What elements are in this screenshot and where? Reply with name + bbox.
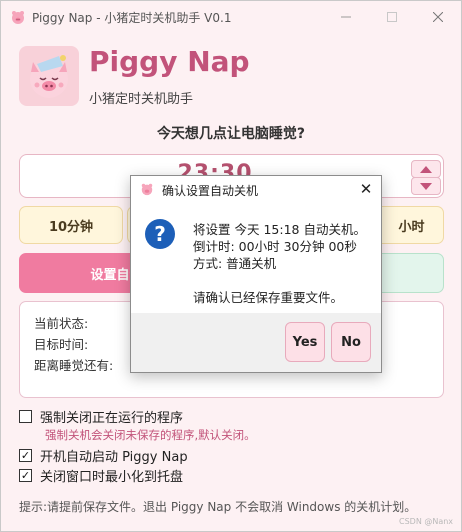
tray-checkbox[interactable]: ✓: [19, 469, 32, 482]
minimize-icon: [341, 16, 351, 17]
preset-hour-label: 小时: [398, 219, 425, 235]
tray-option[interactable]: ✓ 关闭窗口时最小化到托盘: [19, 466, 183, 485]
brand-name: Piggy Nap: [89, 45, 250, 78]
close-button[interactable]: [415, 1, 461, 32]
yes-button[interactable]: Yes: [285, 322, 325, 362]
window-title: Piggy Nap - 小猪定时关机助手 V0.1: [32, 11, 232, 25]
target-time-label: 目标时间:: [34, 337, 89, 352]
app-subtitle: 小猪定时关机助手: [89, 92, 194, 107]
autostart-option[interactable]: ✓ 开机自动启动 Piggy Nap: [19, 446, 188, 465]
confirm-dialog: 确认设置自动关机 ✕ ? 将设置 今天 15:18 自动关机。 倒计时: 00小…: [130, 175, 382, 373]
pig-icon: [141, 183, 153, 196]
title-bar[interactable]: Piggy Nap - 小猪定时关机助手 V0.1: [1, 1, 461, 32]
watermark: CSDN @Nanx: [399, 517, 454, 526]
no-button[interactable]: No: [331, 322, 371, 362]
pig-icon: [12, 11, 24, 24]
preset-10min-button[interactable]: 10分钟: [19, 206, 123, 244]
current-state-label: 当前状态:: [34, 316, 89, 331]
autostart-checkbox[interactable]: ✓: [19, 449, 32, 462]
force-close-checkbox[interactable]: [19, 410, 32, 423]
sleeping-pig-icon: [30, 55, 68, 98]
hint-text: 提示:请提前保存文件。退出 Piggy Nap 不会取消 Windows 的关机…: [19, 500, 417, 514]
tray-label: 关闭窗口时最小化到托盘: [40, 470, 184, 485]
dialog-line-4: 请确认已经保存重要文件。: [193, 290, 344, 305]
autostart-label: 开机自动启动 Piggy Nap: [40, 450, 188, 465]
time-decrement-button[interactable]: [411, 177, 441, 195]
close-icon: [433, 11, 443, 22]
force-close-option[interactable]: 强制关闭正在运行的程序: [19, 407, 183, 426]
dialog-line-3: 方式: 普通关机: [193, 256, 277, 271]
logo: [19, 46, 79, 106]
minimize-button[interactable]: [323, 1, 369, 32]
maximize-button[interactable]: [369, 1, 415, 32]
triangle-up-icon: [420, 165, 432, 173]
maximize-icon: [387, 11, 397, 22]
force-close-note: 强制关机会关闭未保存的程序,默认关闭。: [45, 428, 256, 442]
remaining-time-label: 距离睡觉还有:: [34, 358, 114, 373]
force-close-label: 强制关闭正在运行的程序: [40, 411, 184, 426]
question-icon: ?: [145, 219, 175, 249]
dialog-title: 确认设置自动关机: [162, 184, 259, 198]
time-question: 今天想几点让电脑睡觉?: [156, 126, 306, 142]
time-increment-button[interactable]: [411, 160, 441, 178]
triangle-down-icon: [420, 182, 432, 190]
dialog-close-button[interactable]: ✕: [355, 179, 377, 199]
